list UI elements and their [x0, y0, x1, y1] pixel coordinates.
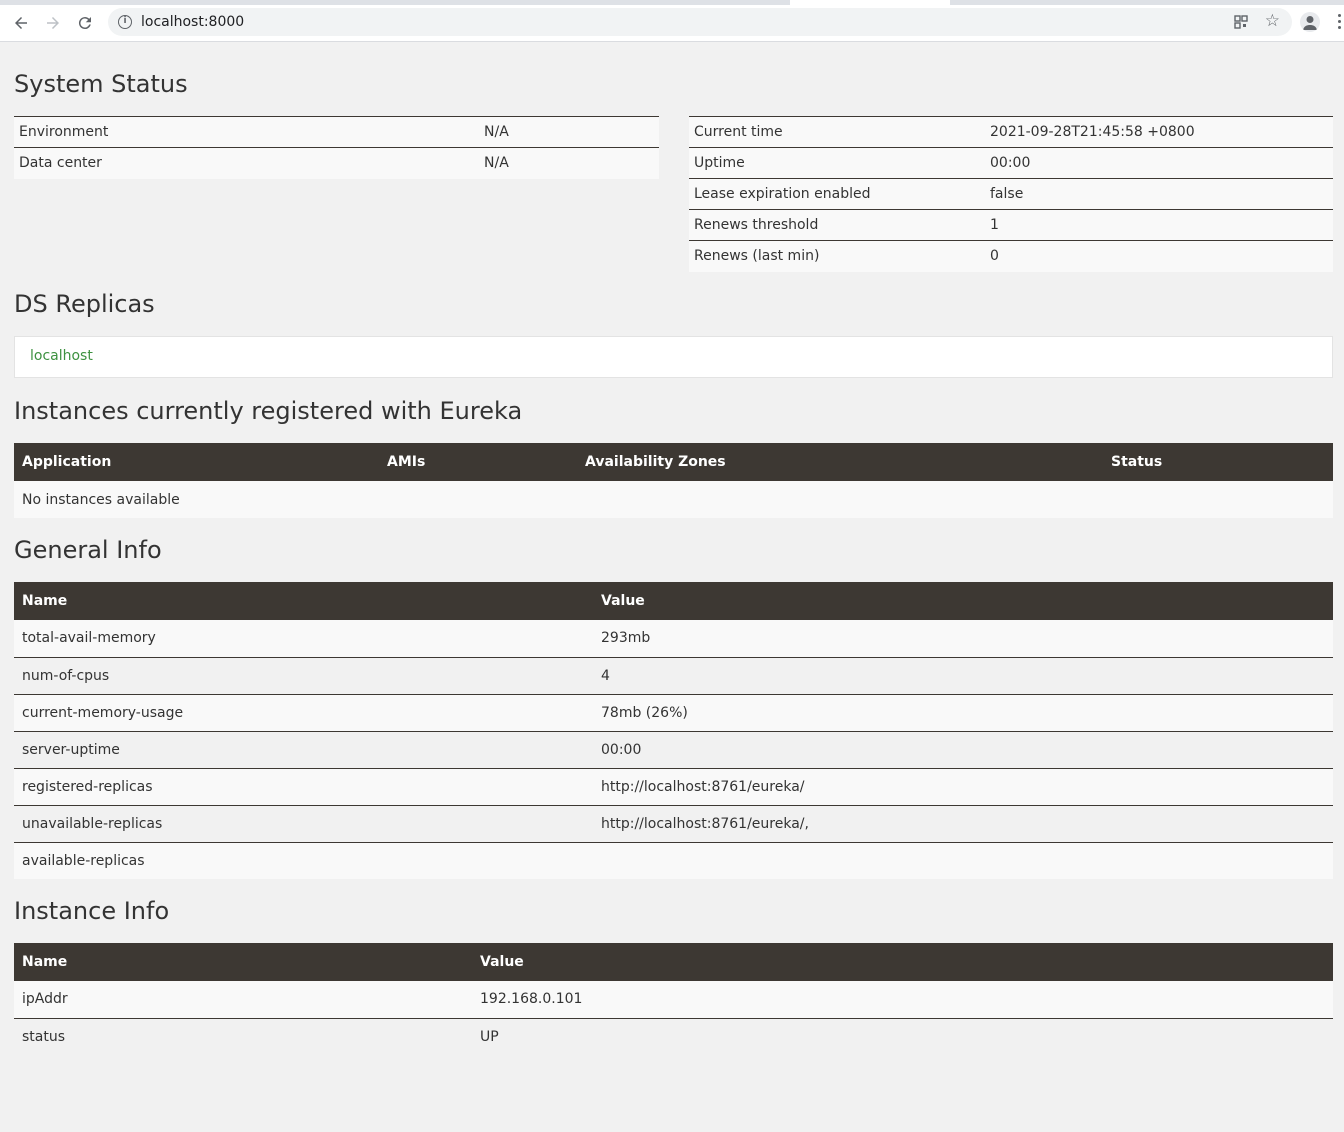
- column-header-availability-zones[interactable]: Availability Zones: [577, 443, 1103, 481]
- column-header-status[interactable]: Status: [1103, 443, 1333, 481]
- column-header-amis[interactable]: AMIs: [379, 443, 577, 481]
- table-row: No instances available: [14, 481, 1333, 518]
- address-bar[interactable]: i localhost:8000 ☆: [108, 8, 1292, 36]
- info-name: available-replicas: [14, 841, 593, 879]
- status-value: 0: [985, 240, 1333, 272]
- ds-replicas-panel: localhost: [14, 336, 1333, 378]
- replica-link[interactable]: localhost: [30, 348, 93, 364]
- table-row: available-replicas: [14, 841, 1333, 879]
- instance-info-table: Name Value ipAddr 192.168.0.101 status U…: [14, 943, 1333, 1055]
- system-status-right-table: Current time 2021-09-28T21:45:58 +0800 U…: [689, 116, 1333, 272]
- table-row: registered-replicas http://localhost:876…: [14, 767, 1333, 805]
- status-row: Renews (last min) 0: [689, 240, 1333, 272]
- status-value: 00:00: [985, 147, 1333, 179]
- table-row: ipAddr 192.168.0.101: [14, 981, 1333, 1018]
- status-name: Current time: [689, 116, 985, 148]
- instances-table: Application AMIs Availability Zones Stat…: [14, 443, 1333, 518]
- info-name: server-uptime: [14, 730, 593, 768]
- table-header-row: Application AMIs Availability Zones Stat…: [14, 443, 1333, 481]
- info-name: unavailable-replicas: [14, 804, 593, 842]
- table-header-row: Name Value: [14, 943, 1333, 981]
- browser-menu-icon[interactable]: [1338, 14, 1344, 30]
- table-row: current-memory-usage 78mb (26%): [14, 693, 1333, 731]
- info-name: total-avail-memory: [14, 620, 593, 657]
- info-value: http://localhost:8761/eureka/,: [593, 804, 1333, 842]
- tab-strip: [0, 0, 1344, 5]
- table-row: total-avail-memory 293mb: [14, 620, 1333, 657]
- general-info-table: Name Value total-avail-memory 293mb num-…: [14, 582, 1333, 879]
- ds-replicas-title: DS Replicas: [14, 290, 155, 318]
- info-value: 192.168.0.101: [472, 981, 1333, 1018]
- info-value: 293mb: [593, 620, 1333, 657]
- profile-avatar-icon[interactable]: [1300, 12, 1320, 32]
- empty-message: No instances available: [14, 481, 1333, 518]
- info-value: 4: [593, 656, 1333, 694]
- status-value: false: [985, 178, 1333, 210]
- table-row: server-uptime 00:00: [14, 730, 1333, 768]
- info-name: status: [14, 1017, 472, 1055]
- info-value: [593, 841, 1333, 879]
- forward-arrow-icon[interactable]: [42, 12, 64, 34]
- table-header-row: Name Value: [14, 582, 1333, 620]
- bookmark-star-icon[interactable]: ☆: [1265, 11, 1280, 31]
- browser-toolbar: i localhost:8000 ☆: [0, 0, 1344, 42]
- instance-info-title: Instance Info: [14, 897, 170, 925]
- status-value: N/A: [479, 116, 659, 148]
- status-row: Renews threshold 1: [689, 209, 1333, 241]
- status-value: 1: [985, 209, 1333, 241]
- system-status-left-table: Environment N/A Data center N/A: [14, 116, 659, 179]
- info-name: ipAddr: [14, 981, 472, 1018]
- status-row: Environment N/A: [14, 116, 659, 148]
- site-info-icon[interactable]: i: [118, 15, 132, 29]
- qr-code-icon[interactable]: [1234, 15, 1248, 29]
- column-header-application[interactable]: Application: [14, 443, 379, 481]
- column-header-value[interactable]: Value: [593, 582, 1333, 620]
- info-name: num-of-cpus: [14, 656, 593, 694]
- column-header-value[interactable]: Value: [472, 943, 1333, 981]
- column-header-name[interactable]: Name: [14, 943, 472, 981]
- status-name: Renews threshold: [689, 209, 985, 241]
- status-row: Current time 2021-09-28T21:45:58 +0800: [689, 116, 1333, 148]
- active-tab[interactable]: [790, 0, 950, 5]
- instances-title: Instances currently registered with Eure…: [14, 397, 523, 425]
- status-row: Lease expiration enabled false: [689, 178, 1333, 210]
- status-name: Data center: [14, 147, 479, 179]
- general-info-title: General Info: [14, 536, 162, 564]
- info-value: 78mb (26%): [593, 693, 1333, 731]
- status-name: Renews (last min): [689, 240, 985, 272]
- table-row: unavailable-replicas http://localhost:87…: [14, 804, 1333, 842]
- info-name: current-memory-usage: [14, 693, 593, 731]
- system-status-title: System Status: [14, 70, 188, 98]
- info-value: 00:00: [593, 730, 1333, 768]
- url-text[interactable]: localhost:8000: [141, 14, 244, 30]
- table-row: num-of-cpus 4: [14, 656, 1333, 694]
- column-header-name[interactable]: Name: [14, 582, 593, 620]
- info-value: UP: [472, 1017, 1333, 1055]
- status-name: Environment: [14, 116, 479, 148]
- status-row: Data center N/A: [14, 147, 659, 179]
- status-row: Uptime 00:00: [689, 147, 1333, 179]
- status-name: Uptime: [689, 147, 985, 179]
- back-arrow-icon[interactable]: [10, 12, 32, 34]
- table-row: status UP: [14, 1017, 1333, 1055]
- status-value: N/A: [479, 147, 659, 179]
- status-value: 2021-09-28T21:45:58 +0800: [985, 116, 1333, 148]
- reload-icon[interactable]: [74, 12, 96, 34]
- info-value: http://localhost:8761/eureka/: [593, 767, 1333, 805]
- status-name: Lease expiration enabled: [689, 178, 985, 210]
- info-name: registered-replicas: [14, 767, 593, 805]
